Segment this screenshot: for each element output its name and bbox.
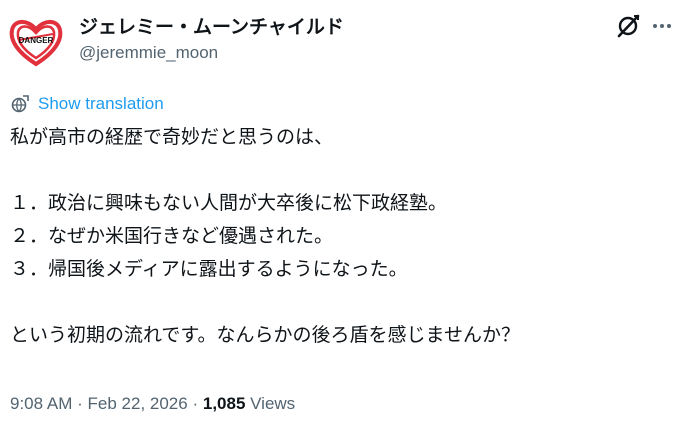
avatar-text: DANGER bbox=[19, 36, 54, 45]
display-name[interactable]: ジェレミー・ムーンチャイルド bbox=[79, 12, 344, 39]
show-translation-label: Show translation bbox=[38, 94, 164, 113]
more-button[interactable] bbox=[650, 14, 674, 38]
avatar[interactable]: DANGER bbox=[7, 12, 65, 70]
tweet-text: 私が高市の経歴で奇妙だと思うのは、 １．政治に興味もない人間が大卒後に松下政経塾… bbox=[10, 121, 670, 352]
tweet-time[interactable]: 9:08 AM bbox=[10, 394, 72, 413]
handle[interactable]: @jeremmie_moon bbox=[79, 43, 218, 63]
meta-separator: · bbox=[77, 394, 83, 413]
tweet-line: という初期の流れです。なんらかの後ろ盾を感じませんか？ bbox=[10, 324, 520, 346]
views-label: Views bbox=[250, 394, 296, 413]
tweet-line: ２．なぜか米国行きなど優遇された。 bbox=[10, 225, 334, 247]
tweet-line: ３．帰国後メディアに露出するようになった。 bbox=[10, 258, 408, 280]
tweet-line bbox=[10, 154, 670, 187]
grok-icon bbox=[617, 14, 640, 38]
tweet-meta: 9:08 AM · Feb 22, 2026 · 1,085 Views bbox=[10, 394, 295, 414]
globe-icon bbox=[11, 95, 29, 113]
tweet-line: １．政治に興味もない人間が大卒後に松下政経塾。 bbox=[10, 192, 448, 214]
more-horizontal-icon bbox=[653, 24, 657, 28]
tweet-date[interactable]: Feb 22, 2026 bbox=[88, 394, 188, 413]
grok-button[interactable] bbox=[614, 12, 642, 40]
tweet-line: 私が高市の経歴で奇妙だと思うのは、 bbox=[10, 126, 334, 148]
tweet-line bbox=[10, 286, 670, 319]
views-count: 1,085 bbox=[202, 394, 246, 413]
show-translation-link[interactable]: Show translation bbox=[10, 94, 164, 114]
meta-separator: · bbox=[192, 394, 199, 413]
